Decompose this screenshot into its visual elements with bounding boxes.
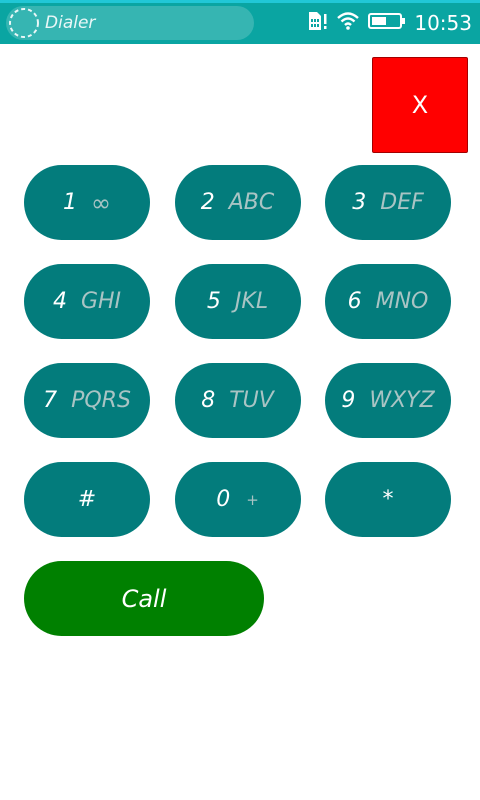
key-letters: ∞ <box>91 188 111 217</box>
number-display[interactable] <box>12 56 362 152</box>
key-5[interactable]: 5 JKL <box>174 264 301 339</box>
sim-alert-icon <box>306 10 328 36</box>
key-digit: 9 <box>341 388 356 413</box>
clear-button[interactable]: X <box>372 57 468 153</box>
key-4[interactable]: 4 GHI <box>24 264 150 339</box>
key-letters: + <box>246 490 259 509</box>
key-digit: # <box>77 487 97 512</box>
key-digit: 0 <box>216 487 231 512</box>
status-bar: Dialer 10:53 <box>0 0 480 44</box>
key-star[interactable]: * <box>325 462 451 537</box>
key-digit: 5 <box>206 289 221 314</box>
key-8[interactable]: 8 TUV <box>174 363 301 438</box>
status-time: 10:53 <box>414 11 472 35</box>
status-indicators: 10:53 <box>306 6 472 40</box>
key-digit: * <box>382 487 394 512</box>
app-title-pill[interactable]: Dialer <box>6 6 254 40</box>
key-letters: MNO <box>375 289 429 314</box>
key-letters: ABC <box>228 190 275 215</box>
key-digit: 6 <box>347 289 362 314</box>
key-1[interactable]: 1 ∞ <box>24 165 150 240</box>
key-hash[interactable]: # <box>24 462 150 537</box>
key-digit: 8 <box>201 388 216 413</box>
key-3[interactable]: 3 DEF <box>325 165 451 240</box>
key-letters: WXYZ <box>369 388 435 413</box>
key-letters: PQRS <box>71 388 131 413</box>
key-digit: 2 <box>200 190 215 215</box>
key-6[interactable]: 6 MNO <box>325 264 451 339</box>
battery-icon <box>368 12 406 34</box>
wifi-icon <box>336 11 360 35</box>
key-7[interactable]: 7 PQRS <box>24 363 150 438</box>
key-digit: 1 <box>63 190 77 215</box>
key-digit: 4 <box>52 289 67 314</box>
number-area: X <box>0 44 480 164</box>
key-0[interactable]: 0 + <box>174 462 301 537</box>
call-button[interactable]: Call <box>24 561 264 636</box>
app-loading-icon <box>7 6 41 40</box>
key-letters: JKL <box>234 289 269 314</box>
key-letters: TUV <box>229 388 274 413</box>
keypad: 1 ∞ 2 ABC 3 DEF 4 GHI 5 JKL 6 MNO 7 PQRS… <box>24 165 451 537</box>
key-digit: 7 <box>43 388 58 413</box>
key-letters: GHI <box>80 289 122 314</box>
key-digit: 3 <box>352 190 367 215</box>
key-9[interactable]: 9 WXYZ <box>325 363 451 438</box>
key-2[interactable]: 2 ABC <box>174 165 301 240</box>
app-title: Dialer <box>45 13 96 33</box>
key-letters: DEF <box>380 190 424 215</box>
